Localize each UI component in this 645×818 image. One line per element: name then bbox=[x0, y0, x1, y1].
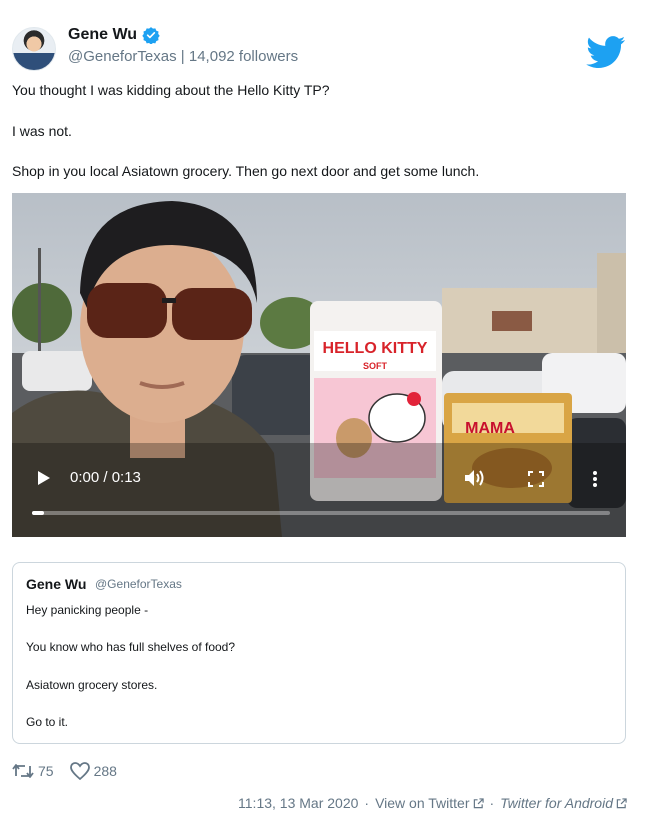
retweet-count: 75 bbox=[38, 763, 54, 779]
video-time: 0:00 / 0:13 bbox=[70, 469, 141, 486]
author-display-name[interactable]: Gene Wu bbox=[68, 26, 137, 44]
footer-separator: · bbox=[364, 795, 370, 811]
author-meta: @GeneforTexas | 14,092 followers bbox=[68, 48, 298, 65]
tweet-text-line-1: You thought I was kidding about the Hell… bbox=[12, 82, 330, 98]
play-icon[interactable] bbox=[37, 470, 51, 486]
author-handle[interactable]: @GeneforTexas bbox=[68, 48, 177, 65]
tweet-footer: 11:13, 13 Mar 2020 · View on Twitter · T… bbox=[238, 795, 627, 811]
avatar[interactable] bbox=[12, 27, 56, 71]
volume-icon[interactable] bbox=[464, 469, 486, 487]
meta-separator: | bbox=[180, 48, 189, 65]
quoted-text-line-4: Go to it. bbox=[26, 715, 69, 729]
retweet-action[interactable]: 75 bbox=[12, 763, 54, 779]
video-progress-bar[interactable] bbox=[32, 511, 610, 515]
like-action[interactable]: 288 bbox=[69, 762, 117, 780]
quoted-text-line-3: Asiatown grocery stores. bbox=[26, 678, 158, 692]
external-link-icon bbox=[473, 797, 484, 808]
heart-icon bbox=[69, 762, 90, 780]
quoted-text-line-1: Hey panicking people - bbox=[26, 603, 149, 617]
like-count: 288 bbox=[93, 763, 117, 779]
client-link[interactable]: Twitter for Android bbox=[500, 795, 613, 811]
follower-count: 14,092 followers bbox=[188, 48, 299, 65]
quoted-handle[interactable]: @GeneforTexas bbox=[95, 577, 182, 591]
quoted-display-name[interactable]: Gene Wu bbox=[26, 576, 86, 592]
retweet-icon bbox=[12, 764, 34, 778]
quoted-tweet[interactable]: Gene Wu @GeneforTexas Hey panicking peop… bbox=[12, 562, 626, 744]
external-link-icon bbox=[616, 797, 627, 808]
package-brand-text: HELLO KITTY bbox=[323, 340, 428, 357]
tweet-text-line-2: I was not. bbox=[12, 123, 72, 139]
verified-icon bbox=[142, 27, 160, 44]
author-name-row: Gene Wu bbox=[68, 26, 160, 44]
more-icon[interactable] bbox=[592, 470, 598, 488]
quoted-text-line-2: You know who has full shelves of food? bbox=[26, 640, 236, 654]
video-progress-fill bbox=[32, 511, 44, 515]
package-sub-text: SOFT bbox=[363, 361, 388, 371]
box-brand-text: MAMA bbox=[465, 420, 515, 437]
fullscreen-icon[interactable] bbox=[528, 471, 544, 487]
footer-separator: · bbox=[489, 795, 495, 811]
twitter-bird-icon[interactable] bbox=[586, 36, 626, 69]
video-player[interactable]: HELLO KITTY SOFT MAMA 0:00 / 0:13 bbox=[12, 193, 626, 537]
view-on-twitter-link[interactable]: View on Twitter bbox=[375, 795, 469, 811]
tweet-actions: 75 288 bbox=[12, 762, 127, 780]
tweet-timestamp[interactable]: 11:13, 13 Mar 2020 bbox=[238, 795, 358, 811]
tweet-text-line-3: Shop in you local Asiatown grocery. Then… bbox=[12, 163, 480, 179]
